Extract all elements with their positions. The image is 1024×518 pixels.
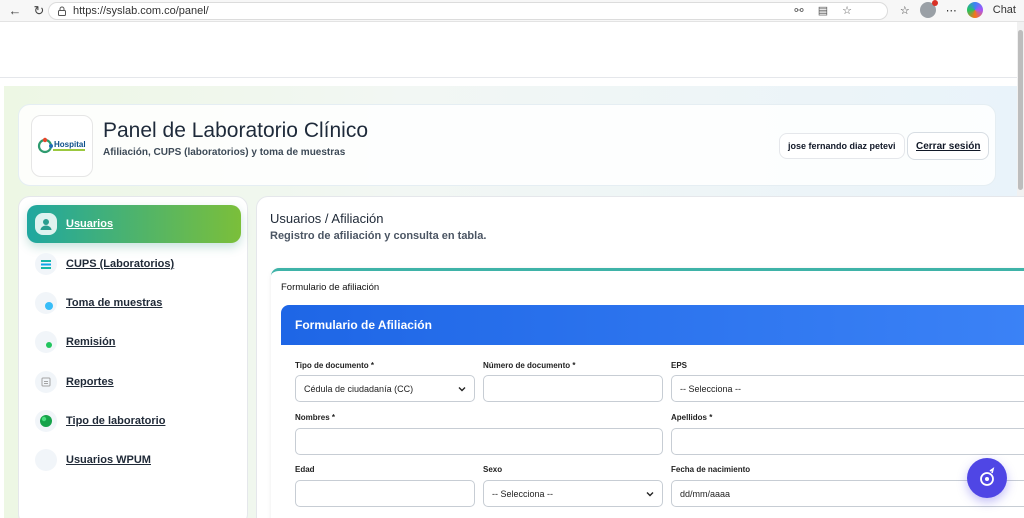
nombres-input[interactable] [295, 428, 663, 455]
edad-label: Edad [295, 465, 315, 474]
list-icon [35, 253, 57, 275]
eps-label: EPS [671, 361, 688, 370]
user-name-badge: jose fernando diaz petevi [779, 133, 905, 159]
sidebar-item-remision[interactable]: Remisión [27, 323, 241, 361]
lab-type-icon [35, 410, 57, 432]
refresh-icon[interactable]: ↻ [30, 2, 48, 20]
sexo-value: -- Selecciona -- [492, 488, 554, 499]
affiliation-form-card: Formulario de afiliación Formulario de A… [271, 268, 1024, 518]
apellidos-label: Apellidos * [671, 413, 713, 422]
numero-documento-label: Número de documento * [483, 361, 576, 370]
chevron-down-icon [646, 492, 654, 497]
page-title: Panel de Laboratorio Clínico [103, 119, 369, 142]
sidebar: Usuarios CUPS (Laboratorios) Toma de mue… [18, 196, 248, 518]
numero-documento-input[interactable] [483, 375, 663, 402]
sidebar-item-reportes[interactable]: Reportes [27, 363, 241, 401]
assistant-icon [980, 467, 995, 486]
favorite-star-icon[interactable]: ☆ [840, 3, 854, 17]
hospital-logo: Hospital [31, 115, 93, 177]
sidebar-item-label: Usuarios WPUM [66, 454, 151, 466]
copilot-icon[interactable] [966, 2, 983, 18]
sidebar-item-usuarios[interactable]: Usuarios [27, 205, 241, 243]
scrollbar-thumb[interactable] [1018, 30, 1023, 190]
tipo-documento-select[interactable]: Cédula de ciudadanía (CC) [295, 375, 475, 402]
sidebar-item-tipo-laboratorio[interactable]: Tipo de laboratorio [27, 402, 241, 440]
profile-avatar-icon[interactable] [919, 0, 938, 18]
address-bar[interactable]: https://syslab.com.co/panel/ [48, 2, 888, 20]
sidebar-item-label: Reportes [66, 376, 114, 388]
assistant-fab-button[interactable] [967, 458, 1007, 498]
sexo-label: Sexo [483, 465, 503, 474]
eps-select[interactable]: -- Selecciona -- [671, 375, 1024, 402]
sidebar-item-label: Remisión [66, 336, 116, 348]
apellidos-input[interactable] [671, 428, 1024, 455]
top-blank-bar [0, 22, 1017, 78]
lock-icon [58, 6, 66, 16]
report-icon [35, 371, 57, 393]
tipo-documento-value: Cédula de ciudadanía (CC) [304, 383, 414, 394]
sidebar-item-label: Tipo de laboratorio [66, 415, 166, 427]
main-panel: Usuarios / Afiliación Registro de afilia… [256, 196, 1024, 518]
sidebar-item-label: Usuarios [66, 218, 114, 230]
sidebar-item-cups[interactable]: CUPS (Laboratorios) [27, 245, 241, 283]
url-text: https://syslab.com.co/panel/ [73, 5, 209, 17]
more-menu-icon[interactable]: ⋯ [946, 4, 957, 17]
fecha-nacimiento-value: dd/mm/aaaa [680, 488, 731, 499]
section-title: Usuarios / Afiliación [270, 211, 384, 226]
logo-text: Hospital [54, 140, 86, 149]
referral-icon [35, 331, 57, 353]
favorites-icon[interactable]: ☆ [900, 4, 910, 17]
form-card-title: Formulario de afiliación [281, 282, 380, 293]
page-subtitle: Afiliación, CUPS (laboratorios) y toma d… [103, 147, 346, 158]
sidebar-item-label: Toma de muestras [66, 297, 163, 309]
chevron-down-icon [458, 387, 466, 392]
sidebar-item-toma-muestras[interactable]: Toma de muestras [27, 284, 241, 322]
wpum-icon [35, 449, 57, 471]
tipo-documento-label: Tipo de documento * [295, 361, 374, 370]
key-icon[interactable]: ⚯ [792, 3, 806, 17]
back-icon[interactable]: ← [6, 2, 24, 20]
sample-icon [35, 292, 57, 314]
browser-toolbar: ← ↻ https://syslab.com.co/panel/ ⚯ ▤ ☆ ☆… [0, 0, 1024, 22]
user-icon [35, 213, 57, 235]
section-subtitle: Registro de afiliación y consulta en tab… [270, 230, 487, 242]
sexo-select[interactable]: -- Selecciona -- [483, 480, 663, 507]
fecha-nacimiento-label: Fecha de nacimiento [671, 465, 751, 474]
eps-value: -- Selecciona -- [680, 383, 742, 394]
logout-button[interactable]: Cerrar sesión [907, 132, 990, 160]
chat-label[interactable]: Chat [993, 4, 1016, 16]
sidebar-item-label: CUPS (Laboratorios) [66, 258, 175, 270]
reader-icon[interactable]: ▤ [816, 3, 830, 17]
sidebar-item-usuarios-wpum[interactable]: Usuarios WPUM [27, 441, 241, 479]
app-header: Hospital Panel de Laboratorio Clínico Af… [18, 104, 996, 186]
form-header: Formulario de Afiliación [281, 305, 1024, 345]
edad-input[interactable] [295, 480, 475, 507]
nombres-label: Nombres * [295, 413, 336, 422]
